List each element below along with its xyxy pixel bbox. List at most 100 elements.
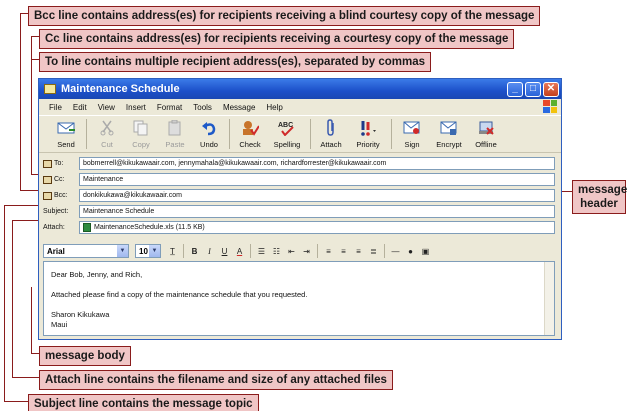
attach-row: Attach: MaintenanceSchedule.xls (11.5 KB… <box>43 220 555 235</box>
cc-connector <box>31 36 32 175</box>
attach-filename[interactable]: MaintenanceSchedule.xls (11.5 KB) <box>94 224 205 231</box>
subject-callout: Subject line contains the message topic <box>28 394 259 411</box>
body-greeting: Dear Bob, Jenny, and Rich, <box>51 270 143 279</box>
vertical-scrollbar[interactable] <box>544 262 554 335</box>
paste-button[interactable]: Paste <box>158 119 192 149</box>
message-body[interactable]: Dear Bob, Jenny, and Rich, Attached plea… <box>43 261 555 336</box>
justify-icon[interactable]: ≣ <box>367 245 380 258</box>
font-value: Arial <box>47 246 65 256</box>
menu-message[interactable]: Message <box>223 103 255 112</box>
toolbar-separator <box>310 119 311 149</box>
paperclip-icon <box>321 119 341 137</box>
font-size-value: 10 <box>139 246 148 256</box>
priority-button[interactable]: Priority <box>348 119 388 149</box>
align-center-icon[interactable]: ≡ <box>337 245 350 258</box>
body-signature-name: Sharon Kikukawa <box>51 310 110 319</box>
toolbar-separator <box>229 119 230 149</box>
toolbar-separator <box>384 244 385 258</box>
attach-field[interactable]: MaintenanceSchedule.xls (11.5 KB) <box>79 221 555 234</box>
italic-icon[interactable]: I <box>203 245 216 258</box>
menu-insert[interactable]: Insert <box>126 103 146 112</box>
bullet-list-icon[interactable]: ☷ <box>270 245 283 258</box>
encrypt-label: Encrypt <box>436 140 462 149</box>
send-button[interactable]: Send <box>49 119 83 149</box>
body-connector <box>31 287 32 353</box>
body-signature-location: Maui <box>51 320 68 329</box>
subject-row: Subject: Maintenance Schedule <box>43 204 555 219</box>
menu-format[interactable]: Format <box>157 103 182 112</box>
insert-picture-icon[interactable]: ▣ <box>419 245 432 258</box>
font-color-icon[interactable]: A <box>233 245 246 258</box>
spelling-button[interactable]: ABC Spelling <box>267 119 307 149</box>
decrease-indent-icon[interactable]: ⇤ <box>285 245 298 258</box>
check-button[interactable]: Check <box>233 119 267 149</box>
copy-icon <box>131 119 151 137</box>
menu-help[interactable]: Help <box>266 103 282 112</box>
horizontal-line-icon[interactable]: — <box>389 245 402 258</box>
sign-button[interactable]: Sign <box>395 119 429 149</box>
attach-button[interactable]: Attach <box>314 119 348 149</box>
menu-file[interactable]: File <box>49 103 62 112</box>
window-title: Maintenance Schedule <box>61 83 180 95</box>
paragraph-style-icon[interactable]: T̲ <box>166 245 179 258</box>
cut-icon <box>97 119 117 137</box>
subject-label-group: Subject: <box>43 208 79 215</box>
align-right-icon[interactable]: ≡ <box>352 245 365 258</box>
cc-row: Cc: Maintenance <box>43 172 555 187</box>
attach-label-group: Attach: <box>43 224 79 231</box>
undo-icon <box>199 119 219 137</box>
offline-label: Offline <box>475 140 497 149</box>
to-field[interactable]: bobmerrell@kikukawaair.com, jennymahala@… <box>79 157 555 170</box>
undo-button[interactable]: Undo <box>192 119 226 149</box>
bold-icon[interactable]: B <box>188 245 201 258</box>
minimize-button[interactable]: _ <box>507 81 523 97</box>
numbered-list-icon[interactable]: ☰ <box>255 245 268 258</box>
title-bar: Maintenance Schedule _ □ ✕ <box>39 79 561 99</box>
subject-label: Subject: <box>43 208 69 215</box>
subject-connector <box>4 401 29 402</box>
sign-label: Sign <box>404 140 420 149</box>
to-connector <box>31 59 40 60</box>
to-label: To: <box>54 160 64 167</box>
copy-label: Copy <box>132 140 150 149</box>
font-size-select[interactable]: 10 ▼ <box>135 244 161 258</box>
bcc-field[interactable]: donkikukawa@kikukawaair.com <box>79 189 555 202</box>
encrypt-button[interactable]: Encrypt <box>429 119 469 149</box>
hyperlink-icon[interactable]: ● <box>404 245 417 258</box>
check-names-icon <box>240 119 260 137</box>
cc-connector <box>31 36 40 37</box>
menu-view[interactable]: View <box>98 103 115 112</box>
subject-field[interactable]: Maintenance Schedule <box>79 205 555 218</box>
formatting-toolbar: Arial ▼ 10 ▼ T̲ B I U A ☰ ☷ ⇤ ⇥ ≡ ≡ ≡ ≣ — … <box>43 242 555 260</box>
spelling-label: Spelling <box>273 140 301 149</box>
paste-icon <box>165 119 185 137</box>
attach-label: Attach <box>320 140 342 149</box>
to-connector <box>31 59 32 61</box>
body-line: Attached please find a copy of the maint… <box>51 290 308 299</box>
offline-button[interactable]: Offline <box>469 119 503 149</box>
cc-field[interactable]: Maintenance <box>79 173 555 186</box>
attach-connector <box>12 377 40 378</box>
font-select[interactable]: Arial ▼ <box>43 244 129 258</box>
close-button[interactable]: ✕ <box>543 81 559 97</box>
toolbar-separator <box>317 244 318 258</box>
cut-label: Cut <box>101 140 113 149</box>
message-body-callout: message body <box>39 346 131 366</box>
toolbar-separator <box>183 244 184 258</box>
to-callout: To line contains multiple recipient addr… <box>39 52 432 72</box>
attach-connector <box>12 220 13 378</box>
underline-icon[interactable]: U <box>218 245 231 258</box>
increase-indent-icon[interactable]: ⇥ <box>300 245 313 258</box>
address-book-icon[interactable] <box>43 191 52 200</box>
align-left-icon[interactable]: ≡ <box>322 245 335 258</box>
menu-edit[interactable]: Edit <box>73 103 87 112</box>
address-book-icon[interactable] <box>43 175 52 184</box>
sign-icon <box>402 119 422 137</box>
address-book-icon[interactable] <box>43 159 52 168</box>
copy-button[interactable]: Copy <box>124 119 158 149</box>
toolbar: Send Cut Copy Paste Undo Check ABC Spell… <box>39 115 561 153</box>
cut-button[interactable]: Cut <box>90 119 124 149</box>
maximize-button[interactable]: □ <box>525 81 541 97</box>
priority-label: Priority <box>356 140 380 149</box>
menu-tools[interactable]: Tools <box>193 103 212 112</box>
